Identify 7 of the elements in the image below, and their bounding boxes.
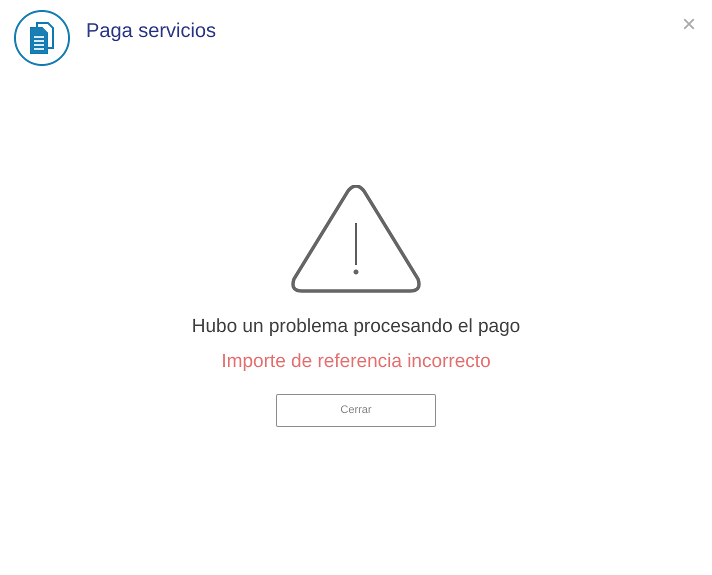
error-message: Hubo un problema procesando el pago [192,315,520,339]
warning-icon [290,185,422,293]
close-button[interactable]: × [678,13,700,37]
dialog-title: Paga servicios [86,18,216,44]
document-icon [14,10,70,66]
error-detail: Importe de referencia incorrecto [221,350,491,374]
close-dialog-button[interactable]: Cerrar [276,394,436,427]
